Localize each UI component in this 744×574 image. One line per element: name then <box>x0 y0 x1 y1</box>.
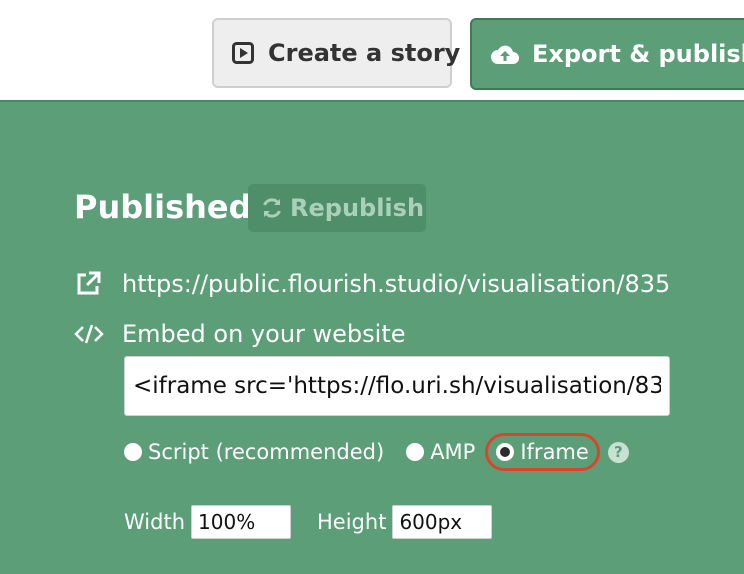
public-url-row: https://public.flourish.studio/visualisa… <box>74 264 674 304</box>
radio-iframe-dot[interactable] <box>496 443 515 461</box>
embed-type-options: Script (recommended) AMP Iframe ? <box>124 433 629 471</box>
refresh-icon <box>260 196 284 220</box>
republish-label: Republish <box>290 194 425 222</box>
export-publish-label: Export & publish <box>532 40 744 68</box>
external-link-icon[interactable] <box>74 270 102 298</box>
embed-row: Embed on your website <box>74 314 406 354</box>
embed-label: Embed on your website <box>122 320 406 348</box>
radio-script-dot[interactable] <box>124 443 142 461</box>
create-story-label: Create a story <box>268 39 461 67</box>
height-input[interactable] <box>392 505 493 539</box>
height-label: Height <box>317 510 387 534</box>
width-label: Width <box>124 510 186 534</box>
radio-amp[interactable]: AMP <box>406 440 475 464</box>
create-story-button[interactable]: Create a story <box>212 18 460 88</box>
radio-amp-label: AMP <box>430 440 476 464</box>
dimensions-row: Width Height <box>124 504 493 540</box>
top-bar: Create a story Export & publish <box>0 0 744 100</box>
radio-script-label: Script (recommended) <box>148 440 385 464</box>
public-url-link[interactable]: https://public.flourish.studio/visualisa… <box>122 270 670 298</box>
play-icon <box>232 42 254 64</box>
cloud-upload-icon <box>490 42 520 66</box>
publish-panel: Published Republish https://public.flour… <box>0 100 744 574</box>
help-icon[interactable]: ? <box>607 441 629 463</box>
radio-iframe-label: Iframe <box>520 440 589 464</box>
export-publish-button[interactable]: Export & publish <box>470 18 744 90</box>
radio-iframe[interactable]: Iframe <box>485 433 600 471</box>
radio-script[interactable]: Script (recommended) <box>124 440 384 464</box>
width-input[interactable] <box>191 505 292 539</box>
code-icon <box>74 322 104 346</box>
embed-code-input[interactable] <box>124 356 670 416</box>
radio-amp-dot[interactable] <box>406 443 425 461</box>
published-title: Published <box>74 188 252 226</box>
republish-button[interactable]: Republish <box>248 184 426 232</box>
